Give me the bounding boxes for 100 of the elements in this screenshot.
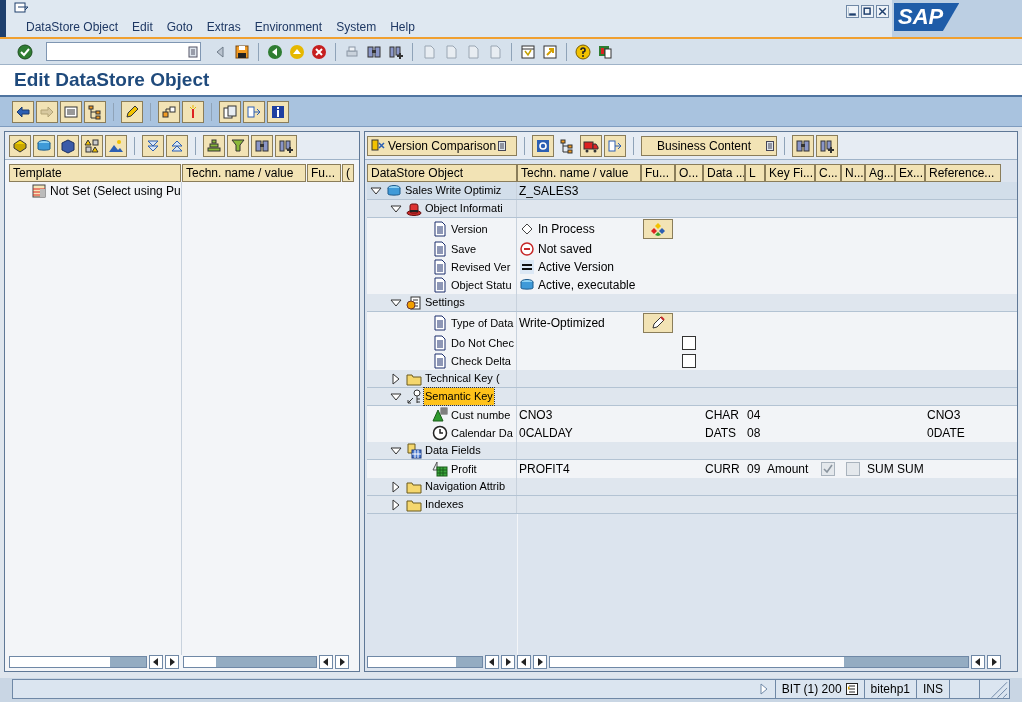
business-content-button[interactable]: Business Content — [641, 135, 777, 156]
where-used-button[interactable] — [243, 100, 265, 123]
resize-grip-icon[interactable] — [979, 680, 1009, 698]
tree-item-label[interactable]: Technical Key ( — [424, 370, 501, 387]
tree-item-label[interactable]: Save — [450, 240, 478, 258]
horizontal-scrollbar[interactable] — [9, 656, 147, 668]
edit-button[interactable] — [643, 313, 673, 333]
tree-item[interactable]: Not Set (Select using Pu — [50, 182, 181, 200]
expand-status-icon[interactable] — [758, 683, 769, 695]
tree-item-label[interactable]: Indexes — [424, 496, 465, 513]
refresh-button[interactable] — [532, 134, 554, 157]
picture-button[interactable] — [105, 134, 127, 157]
find-button[interactable] — [792, 134, 814, 157]
column-header[interactable]: Ex... — [895, 164, 925, 182]
minimize-button[interactable] — [846, 5, 859, 18]
version-comparison-button[interactable]: Version Comparison — [367, 135, 517, 156]
copy-button[interactable] — [219, 100, 241, 123]
scroll-left-button[interactable] — [971, 655, 985, 669]
scroll-left-button[interactable] — [485, 655, 499, 669]
tree-item-label[interactable]: Data Fields — [424, 442, 482, 459]
column-header[interactable]: N... — [841, 164, 865, 182]
scroll-left-button[interactable] — [149, 655, 163, 669]
collapse-icon[interactable] — [390, 202, 402, 215]
info-button[interactable] — [267, 100, 289, 123]
checkbox[interactable] — [682, 336, 696, 350]
find-next-button[interactable] — [275, 134, 297, 157]
column-header[interactable]: Ag... — [865, 164, 895, 182]
column-header[interactable]: Fu... — [307, 164, 341, 182]
scroll-left-button[interactable] — [319, 655, 333, 669]
where-used-button[interactable] — [604, 134, 626, 157]
menu-item[interactable]: Environment — [254, 18, 323, 36]
scroll-right-button[interactable] — [335, 655, 349, 669]
activate-button[interactable] — [182, 100, 204, 123]
tree-item-label[interactable]: Navigation Attrib — [424, 478, 507, 495]
list-icon[interactable] — [845, 683, 858, 695]
tree-item-label[interactable]: Object Informati — [424, 200, 504, 217]
datastore-button[interactable] — [33, 134, 55, 157]
column-header[interactable]: Fu... — [641, 164, 675, 182]
close-button[interactable] — [876, 5, 889, 18]
horizontal-scrollbar[interactable] — [183, 656, 317, 668]
command-field[interactable] — [46, 42, 201, 61]
find-button[interactable] — [251, 134, 273, 157]
collapse-icon[interactable] — [390, 296, 402, 309]
expand-icon[interactable] — [390, 372, 402, 385]
tree-item-label[interactable]: Calendar Da — [450, 424, 514, 442]
tree-item-label[interactable]: Type of Data — [450, 314, 515, 332]
restore-button[interactable] — [861, 5, 874, 18]
list-button[interactable] — [60, 100, 82, 123]
column-header[interactable]: Techn. name / value — [182, 164, 306, 182]
menu-item[interactable]: DataStore Object — [26, 18, 119, 36]
check-button[interactable] — [158, 100, 180, 123]
column-header[interactable]: Techn. name / value — [517, 164, 641, 182]
menu-item[interactable]: System — [336, 18, 377, 36]
column-header[interactable]: Data ... — [703, 164, 745, 182]
scroll-right-button[interactable] — [165, 655, 179, 669]
menu-item[interactable]: Extras — [206, 18, 241, 36]
menu-item[interactable]: Help — [390, 18, 415, 36]
collapse-icon[interactable] — [390, 444, 402, 457]
infoset-button[interactable] — [81, 134, 103, 157]
collapse-icon[interactable] — [390, 390, 402, 403]
tree-item-label[interactable]: Semantic Key — [424, 388, 494, 405]
hierarchy-button[interactable] — [84, 100, 106, 123]
infoobject-button[interactable] — [57, 134, 79, 157]
tree-item-label[interactable]: Settings — [424, 294, 466, 311]
tree-item-label[interactable]: Profit — [450, 460, 478, 478]
tree-item-label[interactable]: Check Delta — [450, 352, 512, 370]
dropdown-list-icon[interactable] — [188, 45, 198, 58]
tree-item-label[interactable]: Sales Write Optimiz — [404, 182, 503, 199]
collapse-icon[interactable] — [370, 184, 382, 197]
menu-item[interactable]: Edit — [132, 18, 153, 36]
filter-button[interactable] — [227, 134, 249, 157]
checkbox[interactable] — [682, 354, 696, 368]
column-header[interactable]: DataStore Object — [367, 164, 517, 182]
scroll-left-button[interactable] — [517, 655, 531, 669]
expand-all-button[interactable] — [142, 134, 164, 157]
horizontal-scrollbar[interactable] — [367, 656, 483, 668]
tree-item-label[interactable]: Cust numbe — [450, 406, 512, 424]
menu-item[interactable]: Goto — [166, 18, 193, 36]
scroll-right-button[interactable] — [987, 655, 1001, 669]
display-button[interactable] — [643, 219, 673, 239]
infocube-button[interactable] — [9, 134, 31, 157]
column-header[interactable]: Reference... — [925, 164, 1001, 182]
back-arrow-button[interactable] — [12, 100, 34, 123]
find-next-button[interactable] — [816, 134, 838, 157]
tree-item-label[interactable]: Object Statu — [450, 276, 513, 294]
transport-button[interactable] — [580, 134, 602, 157]
tree-item-label[interactable]: Version — [450, 220, 489, 238]
scroll-right-button[interactable] — [501, 655, 515, 669]
sort-button[interactable] — [203, 134, 225, 157]
column-header[interactable]: C... — [815, 164, 841, 182]
scroll-right-button[interactable] — [533, 655, 547, 669]
column-header[interactable]: O... — [675, 164, 703, 182]
column-header[interactable]: ( — [342, 164, 354, 182]
column-header[interactable]: Template — [9, 164, 181, 182]
tree-item-label[interactable]: Revised Ver — [450, 258, 512, 276]
column-header[interactable]: L — [745, 164, 765, 182]
expand-icon[interactable] — [390, 480, 402, 493]
horizontal-scrollbar[interactable] — [549, 656, 969, 668]
tree-item-label[interactable]: Do Not Chec — [450, 334, 515, 352]
collapse-all-button[interactable] — [166, 134, 188, 157]
